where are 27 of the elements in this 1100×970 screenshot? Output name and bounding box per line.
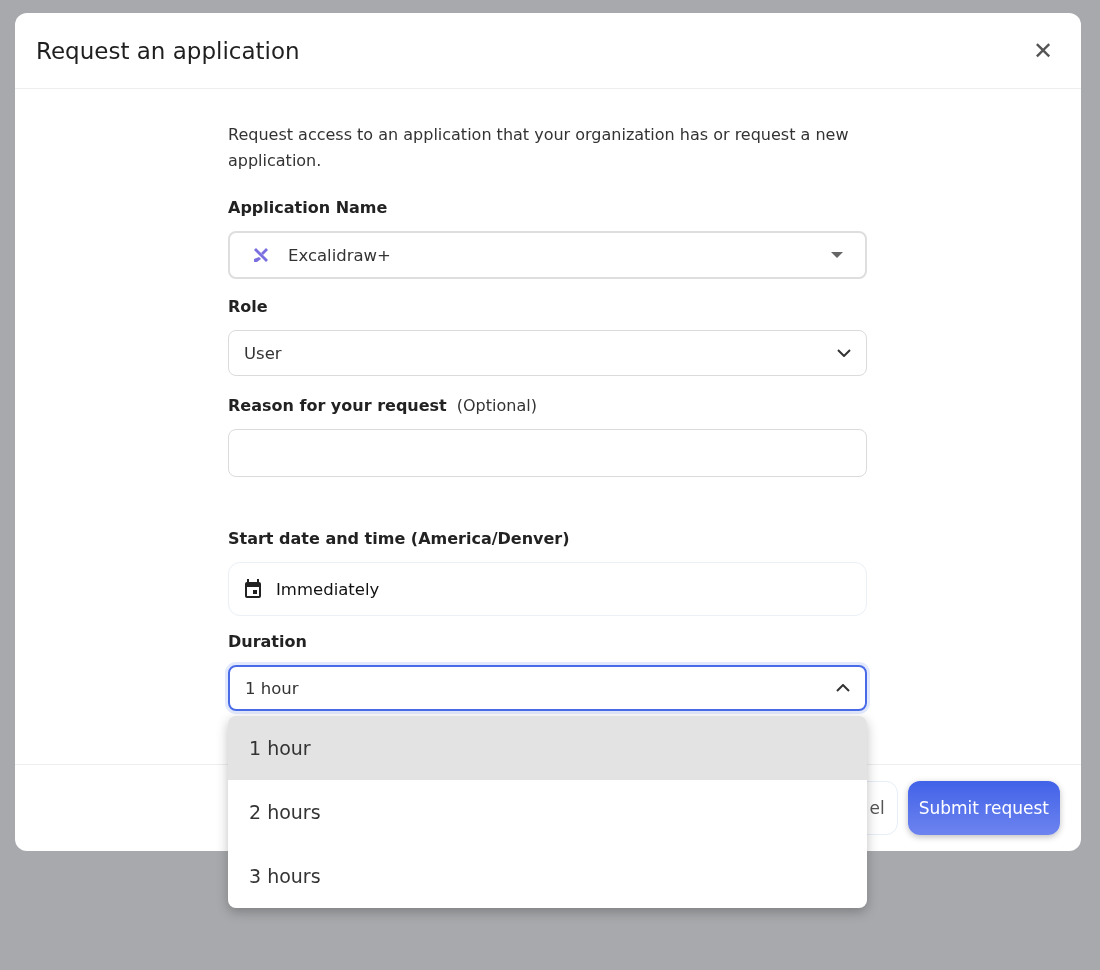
submit-button[interactable]: Submit request [907, 781, 1060, 835]
pencil-ruler-icon [252, 246, 270, 264]
select-value: Excalidraw+ [288, 245, 392, 265]
duration-select[interactable]: 1 hour [228, 665, 867, 711]
select-value: User [244, 343, 283, 363]
caret-icon [831, 251, 843, 259]
start-date-field[interactable]: Immediately [228, 562, 867, 616]
field-label: Application Name [228, 198, 389, 217]
optional-hint: (Optional) [456, 396, 537, 415]
field-label: Role [228, 297, 269, 316]
field-label: Duration [228, 632, 308, 651]
chevron-up-icon [836, 684, 850, 692]
select-value: 1 hour [245, 678, 300, 698]
field-label: Reason for your request [228, 396, 447, 415]
calendar-icon [244, 579, 262, 599]
intro-text: Request access to an application that your organization has or request a new application. [228, 124, 850, 172]
reason-field[interactable] [228, 429, 867, 477]
field-label: Start date and time (America/Denver) [228, 529, 571, 548]
dropdown-option[interactable]: 1 hour [228, 716, 867, 780]
dropdown-option[interactable]: 2 hours [228, 780, 867, 844]
role-select[interactable]: User [228, 330, 867, 376]
chevron-down-icon [837, 349, 851, 357]
dropdown-option[interactable]: 3 hours [228, 844, 867, 908]
close-button[interactable]: ✕ [1033, 36, 1053, 65]
dialog-title: Request an application [36, 37, 300, 64]
application-select[interactable]: Excalidraw+ [228, 231, 867, 279]
date-value: Immediately [276, 579, 381, 599]
